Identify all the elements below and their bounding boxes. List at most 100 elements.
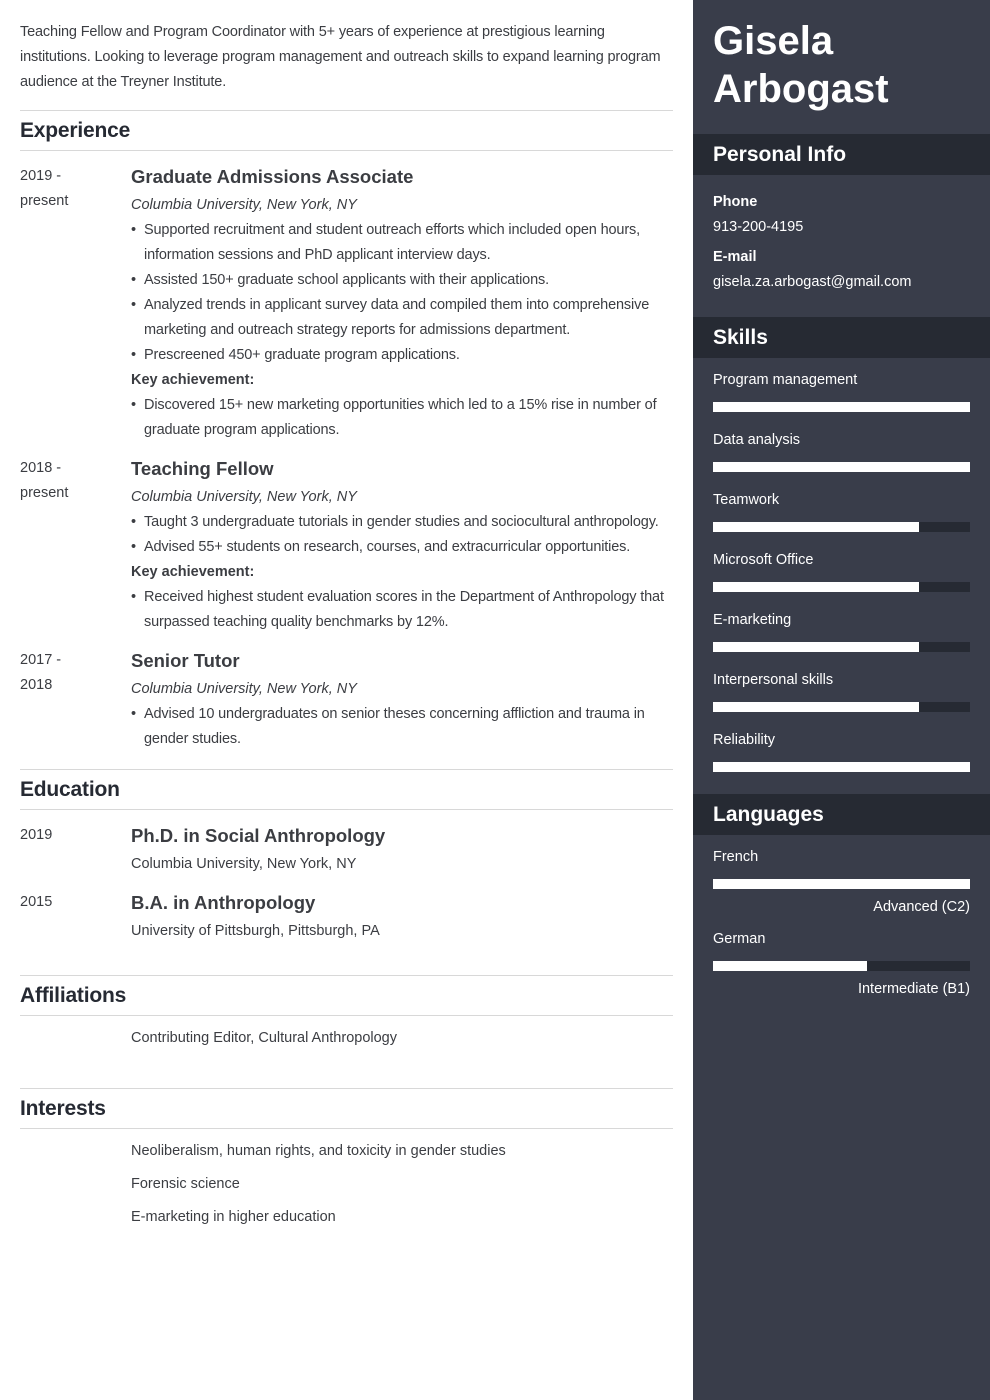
- affiliations-list: Contributing Editor, Cultural Anthropolo…: [20, 1016, 673, 1073]
- skill-bar-fill: [713, 642, 919, 652]
- bullet-list: Taught 3 undergraduate tutorials in gend…: [131, 510, 673, 560]
- education-entry: 2015 B.A. in Anthropology University of …: [20, 890, 673, 944]
- skill-bar: [713, 762, 970, 772]
- skill-name: Program management: [713, 372, 858, 388]
- skill-item: Reliability: [713, 730, 970, 772]
- main-column: Teaching Fellow and Program Coordinator …: [0, 0, 693, 1400]
- key-achievement-label: Key achievement:: [131, 372, 255, 388]
- bullet-item: Assisted 150+ graduate school applicants…: [131, 268, 673, 293]
- bullet-item: Prescreened 450+ graduate program applic…: [131, 343, 673, 368]
- skills-list: Program management Data analysis Teamwor…: [693, 358, 990, 794]
- skill-bar-fill: [713, 582, 919, 592]
- company: Columbia University, New York, NY: [131, 197, 357, 213]
- candidate-name: Gisela Arbogast: [693, 0, 990, 134]
- key-achievement-label: Key achievement:: [131, 564, 255, 580]
- experience-dates: 2017 - 2018: [20, 648, 131, 752]
- language-item: German Intermediate (B1): [713, 929, 970, 999]
- first-name: Gisela: [713, 19, 834, 63]
- date-start: 2019 -: [20, 168, 62, 184]
- language-bar-fill: [713, 961, 868, 971]
- skill-name: Reliability: [713, 732, 776, 748]
- phone-value: 913-200-4195: [713, 219, 804, 235]
- skill-bar: [713, 402, 970, 412]
- last-name: Arbogast: [713, 67, 889, 111]
- date-end: 2018: [20, 677, 53, 693]
- skill-name: Microsoft Office: [713, 552, 814, 568]
- skill-item: Program management: [713, 370, 970, 412]
- skills-title: Skills: [693, 317, 990, 358]
- skill-bar: [713, 582, 970, 592]
- date-start: 2018 -: [20, 460, 62, 476]
- job-title: Senior Tutor: [131, 650, 240, 671]
- bullet-item: Advised 55+ students on research, course…: [131, 535, 673, 560]
- company: Columbia University, New York, NY: [131, 681, 357, 697]
- skill-item: Teamwork: [713, 490, 970, 532]
- language-bar-fill: [713, 879, 970, 889]
- personal-info-title: Personal Info: [693, 134, 990, 175]
- date-start: 2017 -: [20, 652, 62, 668]
- job-title: Teaching Fellow: [131, 458, 274, 479]
- skill-item: Interpersonal skills: [713, 670, 970, 712]
- phone-label: Phone: [713, 194, 758, 210]
- section-title-interests: Interests: [20, 1088, 673, 1129]
- skill-bar-fill: [713, 762, 970, 772]
- bullet-list: Advised 10 undergraduates on senior thes…: [131, 702, 673, 752]
- bullet-item: Discovered 15+ new marketing opportuniti…: [131, 393, 673, 443]
- language-name: German: [713, 931, 766, 947]
- languages-list: French Advanced (C2) German Intermediate…: [693, 835, 990, 999]
- section-title-affiliations: Affiliations: [20, 975, 673, 1016]
- email-label: E-mail: [713, 249, 757, 265]
- interest-item: Forensic science: [131, 1176, 240, 1192]
- skill-bar: [713, 642, 970, 652]
- language-level: Advanced (C2): [873, 899, 970, 915]
- email-value: gisela.za.arbogast@gmail.com: [713, 274, 912, 290]
- experience-entry: 2018 - present Teaching Fellow Columbia …: [20, 456, 673, 635]
- skill-name: Teamwork: [713, 492, 780, 508]
- bullet-item: Advised 10 undergraduates on senior thes…: [131, 702, 673, 752]
- skill-bar-fill: [713, 462, 970, 472]
- skill-bar-fill: [713, 522, 919, 532]
- bullet-list: Supported recruitment and student outrea…: [131, 218, 673, 368]
- date-end: present: [20, 193, 69, 209]
- language-bar: [713, 961, 970, 971]
- interest-item: Neoliberalism, human rights, and toxicit…: [131, 1143, 506, 1159]
- skill-bar: [713, 462, 970, 472]
- experience-entry: 2017 - 2018 Senior Tutor Columbia Univer…: [20, 648, 673, 752]
- school: Columbia University, New York, NY: [131, 856, 357, 872]
- company: Columbia University, New York, NY: [131, 489, 357, 505]
- experience-dates: 2019 - present: [20, 164, 131, 443]
- affiliation-item: Contributing Editor, Cultural Anthropolo…: [131, 1030, 397, 1046]
- bullet-item: Supported recruitment and student outrea…: [131, 218, 673, 268]
- personal-info: Phone 913-200-4195 E-mail gisela.za.arbo…: [693, 175, 990, 317]
- skill-name: E-marketing: [713, 612, 792, 628]
- education-entry: 2019 Ph.D. in Social Anthropology Columb…: [20, 823, 673, 877]
- date-end: present: [20, 485, 69, 501]
- school: University of Pittsburgh, Pittsburgh, PA: [131, 923, 380, 939]
- key-achievement-list: Discovered 15+ new marketing opportuniti…: [131, 393, 673, 443]
- skill-bar-fill: [713, 402, 970, 412]
- bullet-item: Received highest student evaluation scor…: [131, 585, 673, 635]
- experience-list: 2019 - present Graduate Admissions Assoc…: [20, 164, 673, 754]
- language-name: French: [713, 849, 759, 865]
- language-bar: [713, 879, 970, 889]
- education-list: 2019 Ph.D. in Social Anthropology Columb…: [20, 823, 673, 960]
- summary: Teaching Fellow and Program Coordinator …: [20, 24, 661, 90]
- language-item: French Advanced (C2): [713, 847, 970, 917]
- degree: B.A. in Anthropology: [131, 892, 316, 913]
- skill-name: Interpersonal skills: [713, 672, 834, 688]
- language-level: Intermediate (B1): [857, 981, 970, 997]
- bullet-item: Analyzed trends in applicant survey data…: [131, 293, 673, 343]
- skill-item: Data analysis: [713, 430, 970, 472]
- skill-name: Data analysis: [713, 432, 801, 448]
- languages-title: Languages: [693, 794, 990, 835]
- bullet-item: Taught 3 undergraduate tutorials in gend…: [131, 510, 673, 535]
- experience-entry: 2019 - present Graduate Admissions Assoc…: [20, 164, 673, 443]
- section-title-education: Education: [20, 769, 673, 810]
- skill-bar: [713, 522, 970, 532]
- education-year: 2019: [20, 827, 53, 843]
- degree: Ph.D. in Social Anthropology: [131, 825, 386, 846]
- experience-dates: 2018 - present: [20, 456, 131, 635]
- key-achievement-list: Received highest student evaluation scor…: [131, 585, 673, 635]
- skill-bar: [713, 702, 970, 712]
- section-title-experience: Experience: [20, 110, 673, 151]
